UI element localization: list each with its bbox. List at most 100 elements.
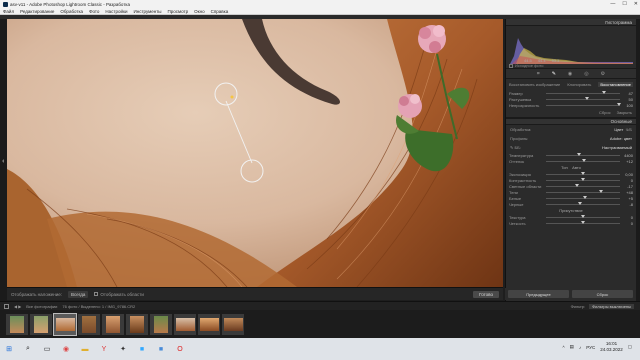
filmstrip-thumb[interactable] <box>30 313 52 335</box>
presence-slider-track[interactable] <box>546 215 620 218</box>
tone-slider-value[interactable]: 0,00 <box>623 172 633 177</box>
menu-window[interactable]: Окно <box>194 9 204 14</box>
brush-slider-thumb[interactable] <box>584 97 589 100</box>
wb-select[interactable]: Настраиваемый <box>602 145 632 150</box>
opera-icon[interactable]: O <box>175 344 185 354</box>
presence-slider-value[interactable]: 0 <box>623 215 633 220</box>
right-panel-edge[interactable] <box>636 19 640 301</box>
tab-clone[interactable]: Клонировать <box>567 82 591 87</box>
presence-slider-track[interactable] <box>546 221 620 224</box>
task-view-icon[interactable]: ▭ <box>42 344 52 354</box>
show-spots-checkbox-icon[interactable] <box>94 292 99 297</box>
close-tool-button[interactable]: Закрыть <box>617 110 632 115</box>
brush-slider-value[interactable]: 100 <box>623 103 633 108</box>
brush-slider-track[interactable] <box>546 103 621 106</box>
maximize-button[interactable]: ☐ <box>622 1 626 7</box>
filmstrip-source[interactable]: Все фотографии <box>26 304 57 309</box>
settings-icon[interactable]: ⚙ <box>601 71 605 77</box>
tab-content-aware[interactable]: Восстановить изображение <box>509 82 560 87</box>
brush-slider-value[interactable]: 50 <box>623 97 633 102</box>
presence-slider-thumb[interactable] <box>581 215 585 218</box>
tone-slider-track[interactable] <box>546 202 620 205</box>
menu-settings[interactable]: Настройки <box>105 9 127 14</box>
reset-button[interactable]: Сброс <box>599 110 611 115</box>
app-icon[interactable]: ✦ <box>118 344 128 354</box>
tray-arrow-icon[interactable]: ^ <box>563 345 565 350</box>
network-icon[interactable]: ▤ <box>570 344 574 350</box>
menu-edit[interactable]: Редактирование <box>20 9 54 14</box>
tone-slider-track[interactable] <box>546 196 620 199</box>
search-icon[interactable]: ⌕ <box>23 344 33 354</box>
presence-slider-thumb[interactable] <box>581 221 585 224</box>
menu-file[interactable]: Файл <box>3 9 14 14</box>
tone-slider-thumb[interactable] <box>598 190 603 193</box>
brush-slider-value[interactable]: 47 <box>623 91 633 96</box>
mask-icon[interactable]: ◉ <box>568 71 572 77</box>
healing-icon[interactable]: ✎ <box>552 71 556 77</box>
tone-slider-value[interactable]: -17 <box>623 184 633 189</box>
menu-tools[interactable]: Инструменты <box>133 9 161 14</box>
tone-slider-value[interactable]: +48 <box>623 190 633 195</box>
lightroom-icon[interactable]: ■ <box>156 344 166 354</box>
yandex-icon[interactable]: Y <box>99 344 109 354</box>
minimize-button[interactable]: — <box>610 1 615 7</box>
wb-slider-track[interactable] <box>546 159 620 162</box>
tone-slider-value[interactable]: -8 <box>623 202 633 207</box>
presence-slider-value[interactable]: 0 <box>623 221 633 226</box>
tone-slider-value[interactable]: 0 <box>623 178 633 183</box>
photo-canvas[interactable] <box>7 19 503 287</box>
auto-tone-button[interactable]: Авто <box>572 165 581 170</box>
chrome-icon[interactable]: ◉ <box>61 344 71 354</box>
wb-slider-value[interactable]: +12 <box>623 159 633 164</box>
nav-arrows-icon[interactable]: ◀ ▶ <box>14 304 21 309</box>
brush-slider-thumb[interactable] <box>616 103 621 106</box>
clock[interactable]: 16:01 24.03.2022 <box>600 341 623 353</box>
filmstrip-thumb[interactable] <box>78 313 100 335</box>
brush-slider-track[interactable] <box>546 91 620 94</box>
profile-select[interactable]: Adobe: цвет <box>610 136 632 141</box>
photoshop-icon[interactable]: ■ <box>137 344 147 354</box>
close-button[interactable]: ✕ <box>634 1 638 7</box>
grid-view-icon[interactable] <box>4 303 9 309</box>
brush-slider-track[interactable] <box>546 97 620 100</box>
show-spots-toggle[interactable]: Отображать области <box>94 292 144 297</box>
expand-left-arrow-icon[interactable] <box>2 159 4 163</box>
tone-slider-value[interactable]: +5 <box>623 196 633 201</box>
wb-slider-track[interactable] <box>546 153 620 156</box>
explorer-icon[interactable]: ▬ <box>80 344 90 354</box>
menu-view[interactable]: Просмотр <box>168 9 189 14</box>
filter-select[interactable]: Фильтры выключены <box>589 304 634 309</box>
tone-slider-track[interactable] <box>546 184 620 187</box>
tab-heal[interactable]: Восстановление <box>598 82 633 87</box>
done-button[interactable]: Готово <box>473 291 499 298</box>
reset-all-button[interactable]: Сброс <box>572 290 633 298</box>
notifications-icon[interactable]: ▢ <box>628 344 632 350</box>
filmstrip-thumb[interactable] <box>222 313 244 335</box>
overlay-select[interactable]: Всегда <box>68 290 89 298</box>
tone-slider-thumb[interactable] <box>575 184 580 187</box>
filmstrip-thumb[interactable] <box>6 313 28 335</box>
wb-eyedropper-icon[interactable]: ✎ ББ: <box>510 145 521 150</box>
menu-help[interactable]: Справка <box>211 9 229 14</box>
brush-slider-thumb[interactable] <box>601 91 606 94</box>
original-photo-checkbox-icon[interactable] <box>509 63 513 68</box>
wb-slider-value[interactable]: 4400 <box>623 153 633 158</box>
menu-photo[interactable]: Фото <box>89 9 99 14</box>
left-panel-collapsed[interactable] <box>0 19 7 301</box>
previous-button[interactable]: Предыдущее <box>508 290 569 298</box>
tone-slider-track[interactable] <box>546 178 620 181</box>
tone-slider-track[interactable] <box>546 172 620 175</box>
tone-slider-track[interactable] <box>546 190 620 193</box>
volume-icon[interactable]: ♪ <box>579 345 581 350</box>
menu-develop[interactable]: Обработка <box>60 9 83 14</box>
tone-slider-thumb[interactable] <box>583 196 588 199</box>
windows-start-icon[interactable]: ⊞ <box>4 344 14 354</box>
filmstrip-thumb[interactable] <box>174 313 196 335</box>
tone-slider-thumb[interactable] <box>578 202 583 205</box>
healing-pin[interactable] <box>230 95 234 99</box>
filmstrip-thumb[interactable] <box>126 313 148 335</box>
tone-slider-thumb[interactable] <box>581 178 585 181</box>
tone-slider-thumb[interactable] <box>581 172 585 175</box>
filmstrip-thumb[interactable] <box>150 313 172 335</box>
filmstrip-thumb-selected[interactable] <box>53 312 77 336</box>
